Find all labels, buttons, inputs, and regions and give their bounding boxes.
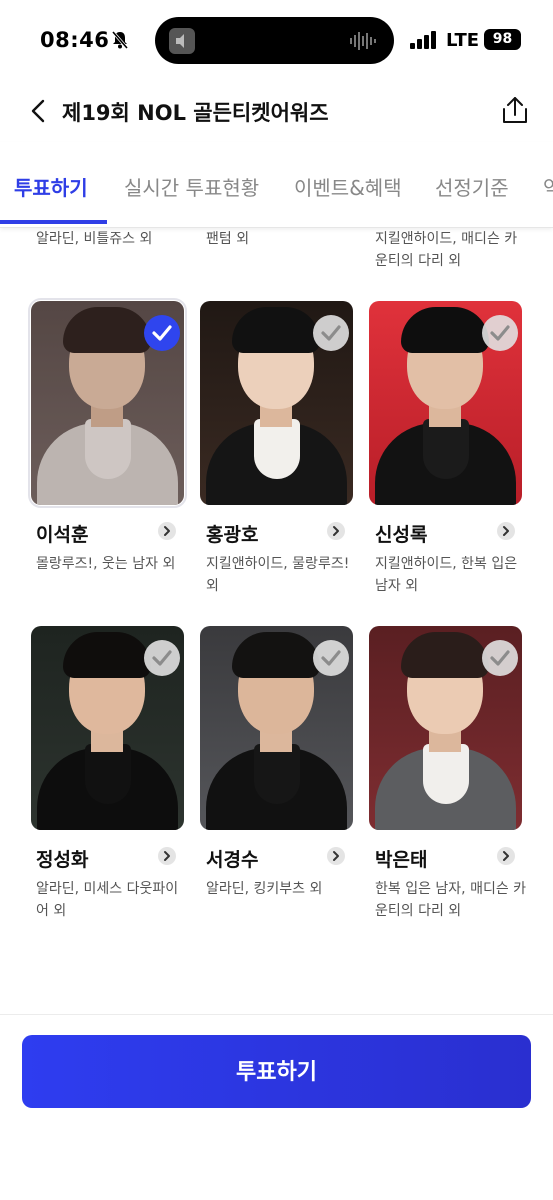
network-label: LTE	[446, 30, 480, 51]
candidate-works: 알라딘, 비틀쥬스 외	[36, 231, 153, 247]
candidate-grid: 알라딘, 비틀쥬스 외 팬텀 외 지킬앤하이드, 매디슨 카운티의 다리 외 이…	[0, 228, 553, 1014]
chevron-right-icon[interactable]	[158, 847, 176, 865]
tab-live-status[interactable]: 실시간 투표현황	[124, 172, 259, 201]
tab-history[interactable]: 역	[543, 172, 553, 201]
chevron-right-icon[interactable]	[327, 847, 345, 865]
candidate-name[interactable]: 신성록	[375, 520, 427, 547]
active-tab-indicator	[0, 220, 107, 224]
speaker-icon	[169, 28, 195, 54]
candidate-name[interactable]: 정성화	[36, 845, 88, 872]
candidate-card[interactable]	[369, 626, 522, 830]
status-time: 08:46	[40, 28, 110, 52]
bell-muted-icon	[111, 31, 129, 49]
tab-bar: 투표하기 실시간 투표현황 이벤트&혜택 선정기준 역	[0, 142, 553, 228]
candidate-card[interactable]	[200, 301, 353, 505]
candidate-works: 한복 입은 남자, 매디슨 카운티의 다리 외	[375, 881, 527, 919]
vote-button[interactable]: 투표하기	[22, 1035, 531, 1108]
candidate-name[interactable]: 홍광호	[206, 520, 258, 547]
back-arrow-icon[interactable]	[24, 96, 54, 126]
chevron-right-icon[interactable]	[158, 522, 176, 540]
app-header: 제19회 NOL 골든티켓어워즈	[0, 82, 553, 142]
candidate-card[interactable]	[28, 298, 187, 508]
candidate-works: 팬텀 외	[206, 231, 250, 247]
chevron-right-icon[interactable]	[497, 847, 515, 865]
candidate-works: 지킬앤하이드, 물랑루즈! 외	[206, 556, 350, 594]
share-icon[interactable]	[500, 94, 530, 126]
bottom-action-bar: 투표하기	[0, 1014, 553, 1200]
candidate-name[interactable]: 이석훈	[36, 520, 88, 547]
candidate-works: 지킬앤하이드, 한복 입은 남자 외	[375, 556, 518, 594]
battery-icon: 98	[484, 29, 521, 50]
chevron-right-icon[interactable]	[327, 522, 345, 540]
candidate-works: 몰랑루즈!, 웃는 남자 외	[36, 556, 176, 572]
candidate-works: 알라딘, 미세스 다웃파이어 외	[36, 881, 179, 919]
status-bar: 08:46 LTE 98	[0, 0, 553, 82]
chevron-right-icon[interactable]	[497, 522, 515, 540]
candidate-card[interactable]	[200, 626, 353, 830]
page-title: 제19회 NOL 골든티켓어워즈	[62, 101, 329, 125]
candidate-card[interactable]	[31, 626, 184, 830]
dynamic-island	[155, 17, 394, 64]
candidate-card[interactable]	[369, 301, 522, 505]
check-icon[interactable]	[313, 315, 349, 351]
candidate-works: 지킬앤하이드, 매디슨 카운티의 다리 외	[375, 231, 518, 269]
tab-vote[interactable]: 투표하기	[14, 172, 88, 201]
check-icon[interactable]	[313, 640, 349, 676]
tab-events[interactable]: 이벤트&혜택	[294, 172, 402, 201]
candidate-name[interactable]: 박은태	[375, 845, 427, 872]
check-icon[interactable]	[144, 315, 180, 351]
check-icon[interactable]	[144, 640, 180, 676]
signal-icon	[410, 31, 436, 49]
check-icon[interactable]	[482, 315, 518, 351]
audio-wave-icon	[350, 32, 376, 50]
tab-criteria[interactable]: 선정기준	[435, 172, 509, 201]
candidate-works: 알라딘, 킹키부츠 외	[206, 881, 323, 897]
candidate-name[interactable]: 서경수	[206, 845, 258, 872]
check-icon[interactable]	[482, 640, 518, 676]
